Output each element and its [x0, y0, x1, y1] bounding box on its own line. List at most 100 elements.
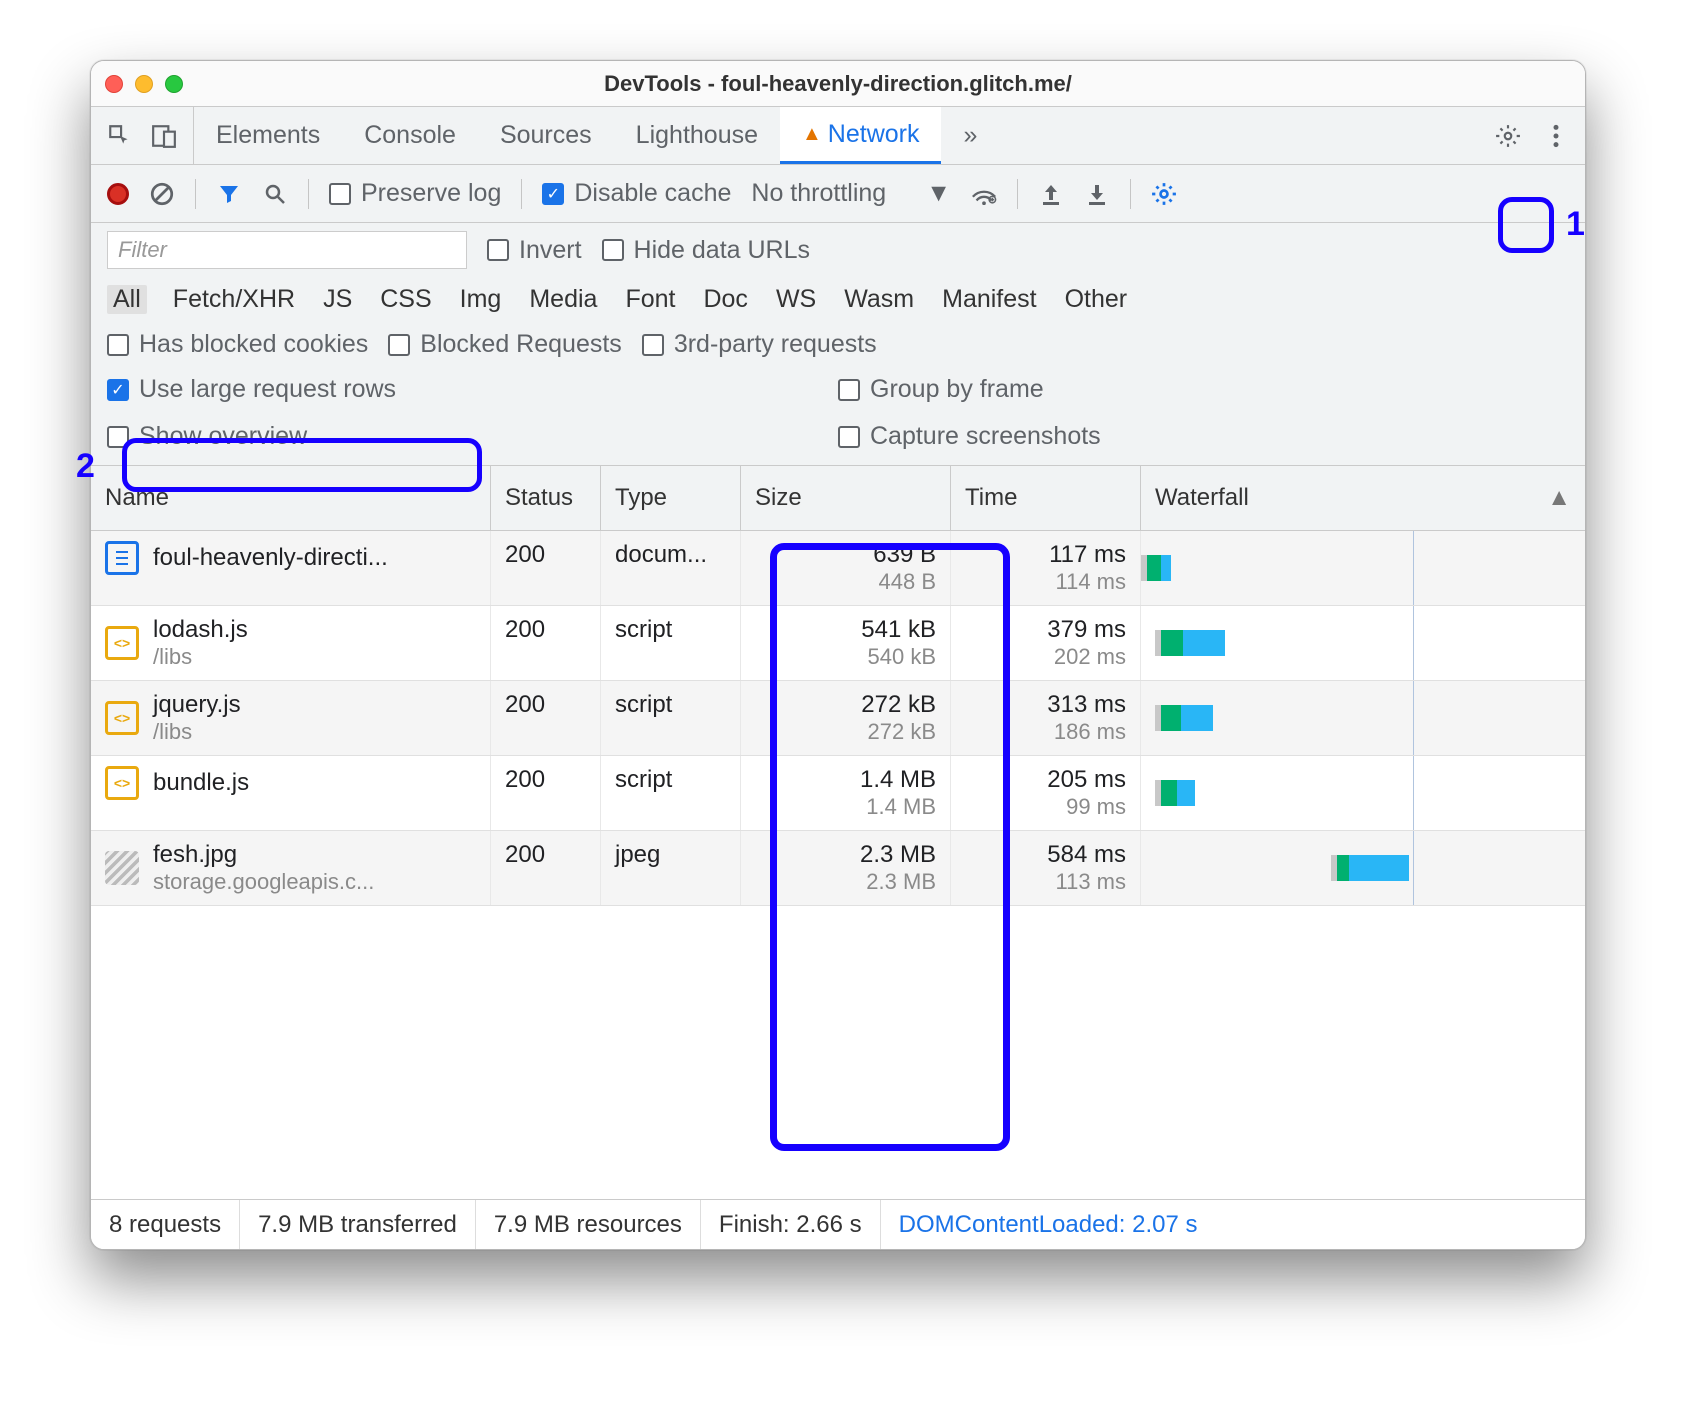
type-cell: script	[601, 756, 741, 830]
network-settings-gear-icon[interactable]	[1151, 181, 1177, 207]
settings-gear-icon[interactable]	[1495, 123, 1521, 149]
panel-tab-bar: Elements Console Sources Lighthouse ▲ Ne…	[91, 107, 1585, 165]
type-cell: script	[601, 606, 741, 680]
request-name: lodash.js	[153, 616, 248, 644]
col-waterfall[interactable]: Waterfall▲	[1141, 466, 1585, 530]
request-name: foul-heavenly-directi...	[153, 544, 388, 572]
type-filter-chips: All Fetch/XHR JS CSS Img Media Font Doc …	[91, 277, 1585, 322]
zoom-icon[interactable]	[165, 75, 183, 93]
upload-har-icon[interactable]	[1038, 181, 1064, 207]
filter-icon[interactable]	[216, 181, 242, 207]
size-cell: 2.3 MB2.3 MB	[741, 831, 951, 905]
minimize-icon[interactable]	[135, 75, 153, 93]
status-cell: 200	[491, 756, 601, 830]
request-name: fesh.jpg	[153, 841, 374, 869]
table-row[interactable]: <>bundle.js200script1.4 MB1.4 MB205 ms99…	[91, 756, 1585, 831]
request-path: /libs	[153, 719, 241, 745]
chip-other[interactable]: Other	[1063, 285, 1130, 314]
request-name: bundle.js	[153, 769, 249, 797]
tab-console[interactable]: Console	[342, 107, 478, 164]
chip-img[interactable]: Img	[458, 285, 504, 314]
time-cell: 117 ms114 ms	[951, 531, 1141, 605]
status-bar: 8 requests 7.9 MB transferred 7.9 MB res…	[91, 1199, 1585, 1249]
chip-fetch-xhr[interactable]: Fetch/XHR	[171, 285, 297, 314]
show-overview-checkbox[interactable]: Show overview	[107, 422, 838, 451]
status-resources: 7.9 MB resources	[476, 1200, 701, 1249]
chevron-down-icon: ▼	[926, 179, 951, 208]
table-row[interactable]: foul-heavenly-directi...200docum...639 B…	[91, 531, 1585, 606]
waterfall-cell	[1141, 756, 1585, 830]
blocked-requests-checkbox[interactable]: Blocked Requests	[388, 330, 622, 359]
network-conditions-icon[interactable]	[971, 181, 997, 207]
kebab-menu-icon[interactable]	[1543, 123, 1569, 149]
size-cell: 541 kB540 kB	[741, 606, 951, 680]
time-cell: 205 ms99 ms	[951, 756, 1141, 830]
table-row[interactable]: <>lodash.js/libs200script541 kB540 kB379…	[91, 606, 1585, 681]
document-file-icon	[105, 541, 139, 575]
request-path: storage.googleapis.c...	[153, 869, 374, 895]
inspect-icon[interactable]	[107, 123, 133, 149]
network-toolbar: Preserve log ✓Disable cache No throttlin…	[91, 165, 1585, 223]
chip-media[interactable]: Media	[527, 285, 599, 314]
more-tabs[interactable]: »	[941, 107, 999, 164]
preserve-log-checkbox[interactable]: Preserve log	[329, 179, 501, 208]
status-dcl: DOMContentLoaded: 2.07 s	[881, 1200, 1216, 1249]
time-cell: 379 ms202 ms	[951, 606, 1141, 680]
status-finish: Finish: 2.66 s	[701, 1200, 881, 1249]
tab-sources[interactable]: Sources	[478, 107, 614, 164]
third-party-checkbox[interactable]: 3rd-party requests	[642, 330, 877, 359]
chip-doc[interactable]: Doc	[701, 285, 749, 314]
tab-elements[interactable]: Elements	[194, 107, 342, 164]
sort-indicator-icon: ▲	[1547, 484, 1571, 512]
request-name: jquery.js	[153, 691, 241, 719]
col-type[interactable]: Type	[601, 466, 741, 530]
disable-cache-checkbox[interactable]: ✓Disable cache	[542, 179, 731, 208]
titlebar: DevTools - foul-heavenly-direction.glitc…	[91, 61, 1585, 107]
table-row[interactable]: <>jquery.js/libs200script272 kB272 kB313…	[91, 681, 1585, 756]
chip-css[interactable]: CSS	[378, 285, 433, 314]
record-button[interactable]	[107, 183, 129, 205]
warning-icon: ▲	[802, 123, 822, 146]
status-cell: 200	[491, 681, 601, 755]
type-cell: docum...	[601, 531, 741, 605]
hide-data-urls-checkbox[interactable]: Hide data URLs	[602, 236, 810, 265]
clear-icon[interactable]	[149, 181, 175, 207]
col-size[interactable]: Size	[741, 466, 951, 530]
status-cell: 200	[491, 606, 601, 680]
device-toolbar-icon[interactable]	[151, 123, 177, 149]
chip-all[interactable]: All	[107, 285, 147, 314]
close-icon[interactable]	[105, 75, 123, 93]
col-name[interactable]: Name	[91, 466, 491, 530]
tab-network[interactable]: ▲ Network	[780, 107, 941, 164]
status-requests: 8 requests	[91, 1200, 240, 1249]
waterfall-cell	[1141, 606, 1585, 680]
waterfall-cell	[1141, 681, 1585, 755]
download-har-icon[interactable]	[1084, 181, 1110, 207]
requests-table: Name Status Type Size Time Waterfall▲ fo…	[91, 466, 1585, 1199]
table-row[interactable]: fesh.jpgstorage.googleapis.c...200jpeg2.…	[91, 831, 1585, 906]
chip-manifest[interactable]: Manifest	[940, 285, 1038, 314]
has-blocked-cookies-checkbox[interactable]: Has blocked cookies	[107, 330, 368, 359]
col-time[interactable]: Time	[951, 466, 1141, 530]
group-by-frame-checkbox[interactable]: Group by frame	[838, 375, 1569, 404]
chip-js[interactable]: JS	[321, 285, 354, 314]
invert-checkbox[interactable]: Invert	[487, 236, 582, 265]
waterfall-cell	[1141, 831, 1585, 905]
tab-lighthouse[interactable]: Lighthouse	[614, 107, 780, 164]
status-transferred: 7.9 MB transferred	[240, 1200, 476, 1249]
col-status[interactable]: Status	[491, 466, 601, 530]
chip-wasm[interactable]: Wasm	[842, 285, 916, 314]
throttling-select[interactable]: No throttling ▼	[751, 179, 951, 208]
filter-input[interactable]	[107, 231, 467, 269]
image-file-icon	[105, 851, 139, 885]
chip-font[interactable]: Font	[623, 285, 677, 314]
time-cell: 313 ms186 ms	[951, 681, 1141, 755]
capture-screenshots-checkbox[interactable]: Capture screenshots	[838, 422, 1569, 451]
use-large-rows-checkbox[interactable]: ✓Use large request rows	[107, 375, 838, 404]
chip-ws[interactable]: WS	[774, 285, 818, 314]
size-cell: 1.4 MB1.4 MB	[741, 756, 951, 830]
type-cell: jpeg	[601, 831, 741, 905]
filter-block: Invert Hide data URLs All Fetch/XHR JS C…	[91, 223, 1585, 466]
search-icon[interactable]	[262, 181, 288, 207]
request-path: /libs	[153, 644, 248, 670]
